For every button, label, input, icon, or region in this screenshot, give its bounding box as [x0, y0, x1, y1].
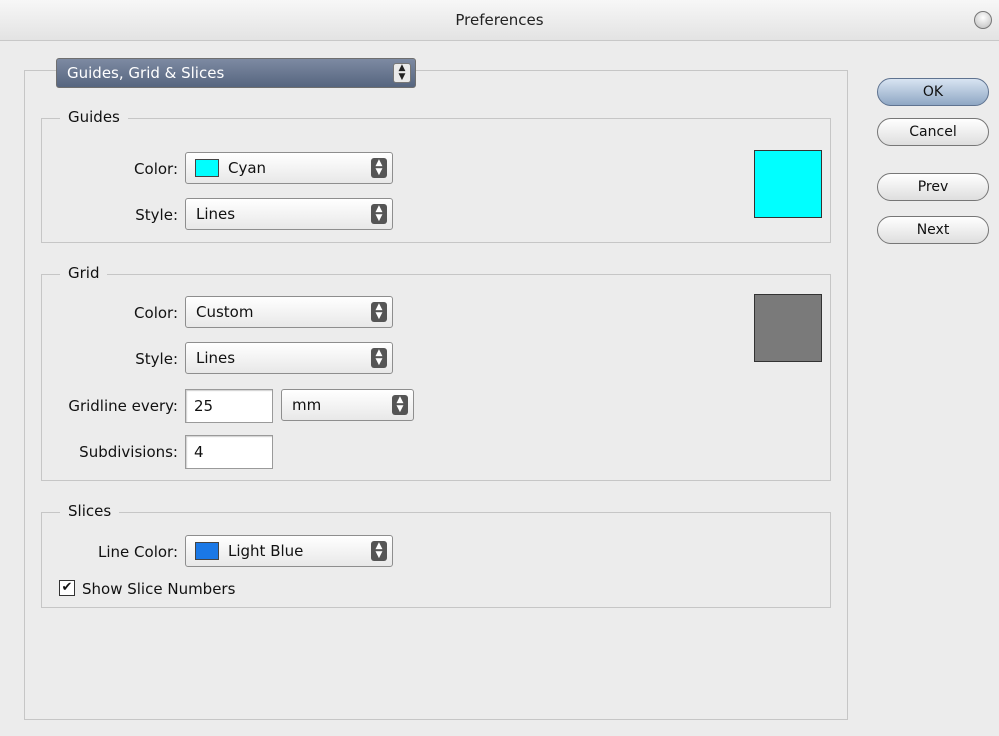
grid-color-swatch[interactable] [754, 294, 822, 362]
show-slice-numbers-checkbox[interactable]: ✔ [59, 580, 75, 596]
guides-style-value: Lines [196, 205, 236, 223]
up-down-arrows-icon: ▲ ▼ [393, 63, 411, 83]
slices-line-color-label: Line Color: [98, 543, 178, 561]
guides-style-select[interactable]: Lines ▲ ▼ [185, 198, 393, 230]
gridline-unit-select[interactable]: mm ▲ ▼ [281, 389, 414, 421]
cancel-button[interactable]: Cancel [877, 118, 989, 146]
grid-style-label: Style: [135, 350, 178, 368]
gridline-unit-value: mm [292, 396, 322, 414]
up-down-arrows-icon: ▲ ▼ [371, 541, 387, 561]
up-down-arrows-icon: ▲ ▼ [371, 158, 387, 178]
up-down-arrows-icon: ▲ ▼ [392, 395, 408, 415]
guides-style-label: Style: [135, 206, 178, 224]
gridline-every-value: 25 [194, 397, 214, 415]
grid-color-select[interactable]: Custom ▲ ▼ [185, 296, 393, 328]
guides-legend: Guides [60, 108, 128, 126]
up-down-arrows-icon: ▲ ▼ [371, 302, 387, 322]
slices-line-color-select[interactable]: Light Blue ▲ ▼ [185, 535, 393, 567]
guides-color-chip [195, 159, 219, 177]
title-bar: Preferences [0, 0, 999, 41]
slices-legend: Slices [60, 502, 120, 520]
window-zoom-icon[interactable] [974, 11, 992, 29]
checkmark-icon: ✔ [61, 580, 73, 595]
guides-group [41, 118, 831, 243]
prev-button[interactable]: Prev [877, 173, 989, 201]
subdivisions-label: Subdivisions: [79, 443, 178, 461]
up-down-arrows-icon: ▲ ▼ [371, 204, 387, 224]
slices-color-chip [195, 542, 219, 560]
ok-button[interactable]: OK [877, 78, 989, 106]
guides-color-swatch[interactable] [754, 150, 822, 218]
guides-color-label: Color: [134, 160, 178, 178]
subdivisions-value: 4 [194, 443, 204, 461]
slices-line-color-value: Light Blue [228, 542, 304, 560]
gridline-every-input[interactable]: 25 [185, 389, 273, 423]
show-slice-numbers-label: Show Slice Numbers [82, 580, 236, 598]
guides-color-select[interactable]: Cyan ▲ ▼ [185, 152, 393, 184]
section-select-value: Guides, Grid & Slices [67, 64, 225, 82]
guides-color-value: Cyan [228, 159, 267, 177]
grid-style-select[interactable]: Lines ▲ ▼ [185, 342, 393, 374]
grid-legend: Grid [60, 264, 108, 282]
up-down-arrows-icon: ▲ ▼ [371, 348, 387, 368]
grid-color-value: Custom [196, 303, 254, 321]
section-select[interactable]: Guides, Grid & Slices ▲ ▼ [56, 58, 416, 88]
grid-style-value: Lines [196, 349, 236, 367]
window-title: Preferences [455, 11, 544, 29]
subdivisions-input[interactable]: 4 [185, 435, 273, 469]
gridline-every-label: Gridline every: [68, 397, 178, 415]
next-button[interactable]: Next [877, 216, 989, 244]
grid-color-label: Color: [134, 304, 178, 322]
